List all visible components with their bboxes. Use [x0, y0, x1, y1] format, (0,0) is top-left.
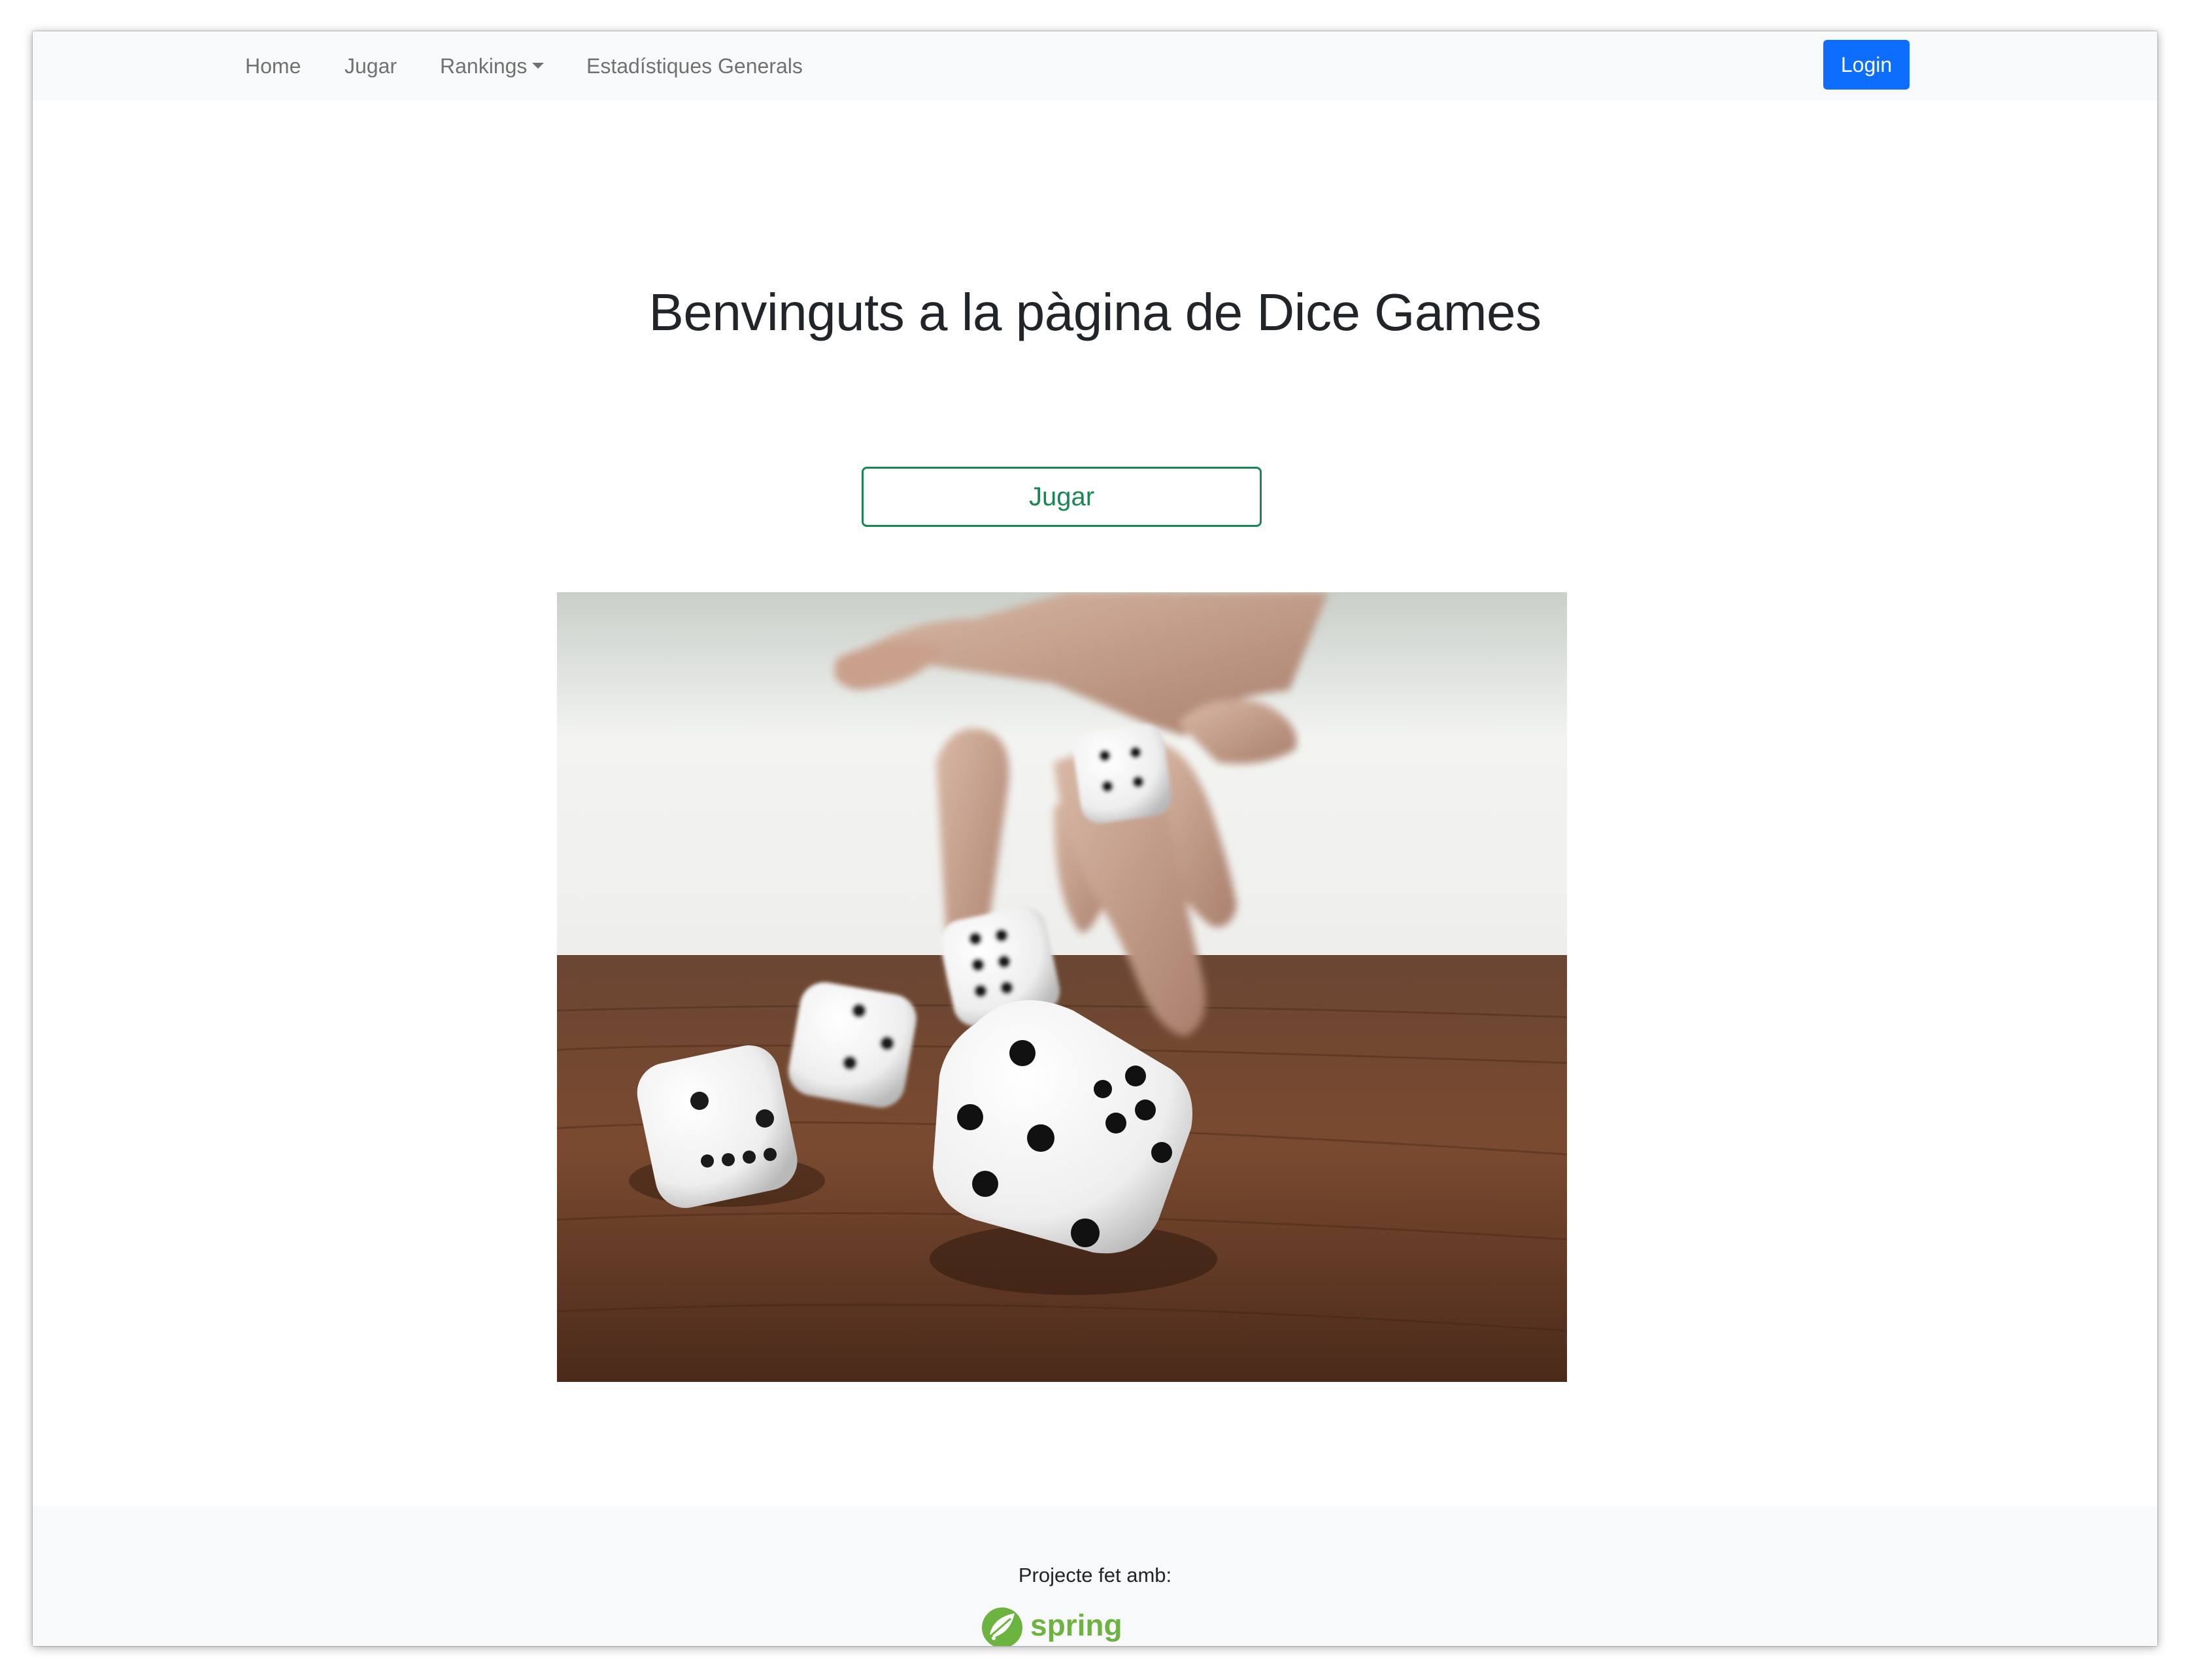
login-button[interactable]: Login — [1823, 40, 1910, 90]
nav-rankings-label: Rankings — [440, 54, 528, 78]
footer-text: Projecte fet amb: — [1018, 1564, 1172, 1587]
chevron-down-icon — [532, 63, 545, 69]
dice-hero-image — [557, 592, 1567, 1382]
dice-photo-illustration — [557, 592, 1567, 1382]
nav-play-link[interactable]: Jugar — [345, 31, 397, 101]
play-button[interactable]: Jugar — [862, 467, 1262, 527]
page-title: Benvinguts a la pàgina de Dice Games — [649, 282, 1541, 341]
nav-rankings-dropdown[interactable]: Rankings — [440, 31, 545, 101]
nav-stats-link[interactable]: Estadístiques Generals — [586, 31, 803, 101]
spring-logo-text: spring — [1030, 1608, 1122, 1642]
spring-logo[interactable]: spring — [981, 1604, 1145, 1646]
spring-leaf-icon — [982, 1607, 1022, 1646]
nav-home-link[interactable]: Home — [245, 31, 301, 101]
navbar: Home Jugar Rankings Estadístiques Genera… — [33, 31, 2157, 101]
browser-window: Home Jugar Rankings Estadístiques Genera… — [33, 31, 2157, 1646]
footer: Projecte fet amb: spring — [33, 1506, 2157, 1646]
